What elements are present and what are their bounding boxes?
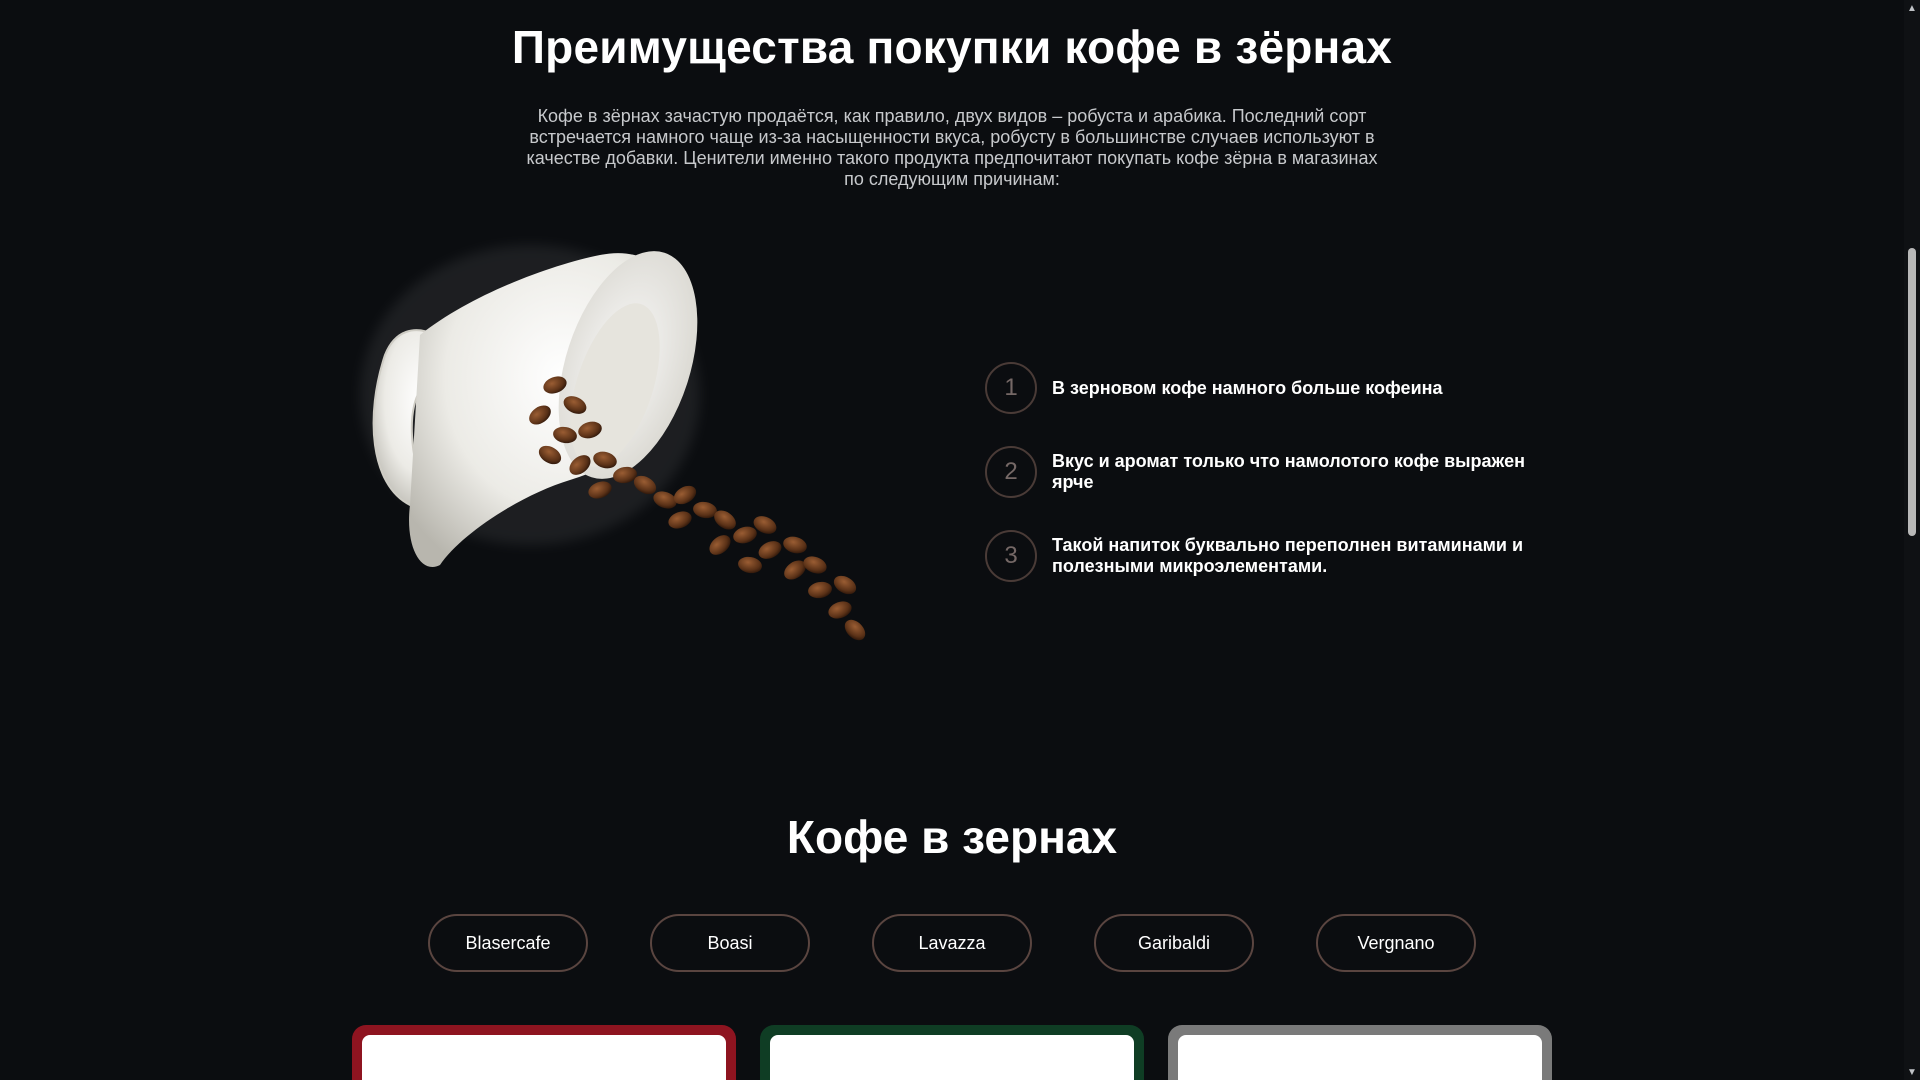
- benefit-item: 2 Вкус и аромат только что намолотого ко…: [985, 444, 1585, 500]
- catalog-title: Кофе в зернах: [786, 811, 1118, 863]
- tab-blasercafe[interactable]: Blasercafe: [428, 914, 588, 972]
- coffee-cup-image: [360, 245, 866, 641]
- benefit-item: 1 В зерновом кофе намного больше кофеина: [985, 360, 1585, 416]
- brand-tabs: Blasercafe Boasi Lavazza Garibaldi Vergn…: [428, 914, 1478, 974]
- product-card-image: [362, 1035, 726, 1080]
- benefit-number: 2: [985, 446, 1037, 498]
- scroll-up-icon[interactable]: ▲: [1904, 0, 1920, 16]
- vertical-scrollbar[interactable]: ▲ ▼: [1904, 0, 1920, 1080]
- scrollbar-thumb[interactable]: [1908, 248, 1916, 536]
- product-card[interactable]: [1168, 1025, 1552, 1080]
- tab-garibaldi[interactable]: Garibaldi: [1094, 914, 1254, 972]
- tab-boasi[interactable]: Boasi: [650, 914, 810, 972]
- product-card[interactable]: [760, 1025, 1144, 1080]
- benefit-number: 1: [985, 362, 1037, 414]
- benefits-title: Преимущества покупки кофе в зёрнах: [511, 21, 1393, 73]
- benefit-item: 3 Такой напиток буквально переполнен вит…: [985, 528, 1585, 584]
- benefits-intro: Кофе в зёрнах зачастую продаётся, как пр…: [526, 106, 1378, 189]
- page: Преимущества покупки кофе в зёрнах Кофе …: [0, 0, 1904, 1080]
- benefit-text: Такой напиток буквально переполнен витам…: [1052, 535, 1524, 576]
- benefit-text: Вкус и аромат только что намолотого кофе…: [1052, 451, 1525, 492]
- product-card-image: [770, 1035, 1134, 1080]
- benefit-number: 3: [985, 530, 1037, 582]
- scroll-down-icon[interactable]: ▼: [1904, 1064, 1920, 1080]
- tab-lavazza[interactable]: Lavazza: [872, 914, 1032, 972]
- benefit-text: В зерновом кофе намного больше кофеина: [1052, 377, 1443, 398]
- product-card[interactable]: [352, 1025, 736, 1080]
- product-card-image: [1178, 1035, 1542, 1080]
- tab-vergnano[interactable]: Vergnano: [1316, 914, 1476, 972]
